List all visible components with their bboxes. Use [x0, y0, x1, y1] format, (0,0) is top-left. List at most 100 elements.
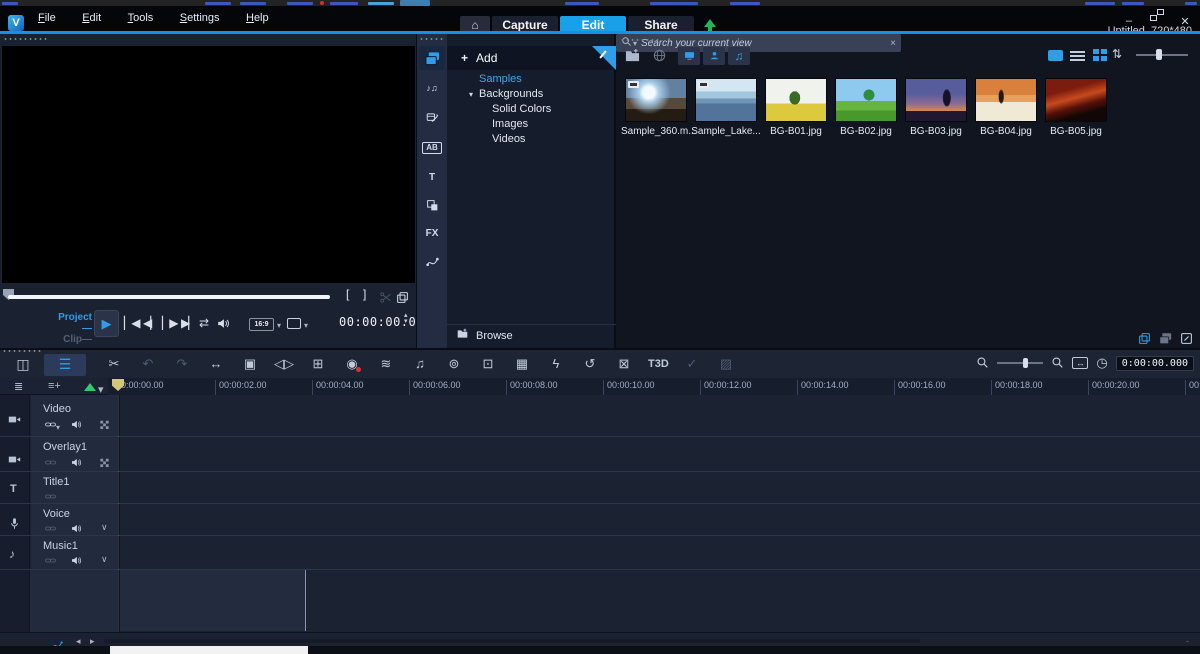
check-pen-1-icon[interactable]: ✓ — [682, 354, 702, 374]
video-track-icon[interactable] — [8, 411, 21, 429]
filter-photos-button[interactable] — [703, 47, 725, 65]
track-label[interactable]: Title1 — [43, 476, 70, 488]
thumbnail-zoom-slider[interactable] — [1136, 54, 1188, 56]
view-grid-button[interactable] — [1092, 48, 1110, 63]
volume-button[interactable] — [217, 316, 230, 330]
library-folder-icon[interactable] — [1138, 330, 1151, 348]
sort-icon[interactable]: ⇅ — [1112, 47, 1122, 61]
import-media-icon[interactable] — [625, 48, 640, 68]
enlarge-preview-icon[interactable] — [396, 289, 409, 307]
undo-icon[interactable]: ↶ — [138, 354, 158, 374]
add-folder-row[interactable]: +Add — [447, 46, 616, 70]
tree-item-images[interactable]: Images — [447, 117, 616, 132]
edit-media-icon[interactable] — [1180, 330, 1193, 348]
timeline-scrollbar[interactable] — [104, 639, 920, 643]
redo-icon[interactable]: ↷ — [172, 354, 192, 374]
sound-mixer-icon[interactable]: ≋ — [376, 354, 396, 374]
timeline-view-button[interactable]: ☰ — [44, 354, 86, 376]
mark-in-button[interactable]: [ — [346, 287, 349, 301]
tree-item-solid-colors[interactable]: Solid Colors — [447, 102, 616, 117]
track-list-icon[interactable]: ≣ — [14, 380, 23, 393]
panel-drag-handle[interactable] — [3, 37, 47, 41]
track-mute-icon[interactable] — [71, 521, 82, 539]
timecode-spinner[interactable]: ▴ ▾ — [404, 313, 408, 325]
media-library-button[interactable] — [419, 46, 445, 70]
track-expand-chevron-icon[interactable]: ∨ — [101, 522, 108, 533]
link-clips-icon[interactable] — [45, 521, 56, 539]
library-panel-toggle-icon[interactable] — [1159, 330, 1172, 348]
pin-corner-icon[interactable] — [592, 46, 616, 70]
record-capture-icon[interactable]: ▣ — [240, 354, 260, 374]
prev-frame-button[interactable]: ◀▏ — [143, 316, 157, 330]
overlay-library-button[interactable] — [419, 194, 445, 218]
mask-creator-icon[interactable]: ϟ — [546, 354, 566, 374]
track-transparency-toggle-icon[interactable] — [99, 417, 110, 435]
rail-drag-handle[interactable] — [419, 37, 445, 41]
filter-videos-button[interactable] — [678, 47, 700, 65]
playback-mode-labels[interactable]: Project— Clip— — [50, 312, 92, 345]
track-label[interactable]: Music1 — [43, 540, 78, 552]
selection-tool-icon[interactable] — [287, 318, 301, 329]
thumbnail-zoom-knob[interactable] — [1156, 49, 1162, 60]
audio-library-button[interactable]: ♪♫ — [419, 76, 445, 100]
view-list-button[interactable] — [1070, 48, 1088, 63]
menu-tools[interactable]: Tools — [118, 7, 164, 29]
timeline-zoom-knob[interactable] — [1023, 358, 1028, 368]
timeline-timecode[interactable]: 0:00:00.000 — [1116, 356, 1194, 371]
fit-timeline-icon[interactable]: ↔ — [1072, 357, 1088, 369]
track-manager-icon[interactable]: ⊞ — [308, 354, 328, 374]
filter-library-button[interactable]: FX — [419, 222, 445, 246]
mark-out-button[interactable]: ] — [363, 287, 366, 301]
3d-title-editor-icon[interactable]: T3D — [648, 354, 668, 374]
link-clips-icon[interactable]: ▾ — [45, 417, 60, 435]
transition-library-button[interactable]: AB — [419, 136, 445, 160]
motion-path-library-button[interactable] — [419, 250, 445, 274]
go-start-button[interactable]: ▏◀ — [124, 316, 138, 330]
overlay-track-icon[interactable] — [8, 451, 21, 469]
timeline-ruler[interactable]: 0:00:00.00 00:00:02.00 00:00:04.00 00:00… — [108, 378, 1200, 395]
search-clear-icon[interactable]: × — [890, 38, 896, 49]
gallery-item-thumb[interactable] — [765, 78, 827, 122]
upgrade-arrow-icon[interactable] — [704, 19, 716, 27]
tree-item-videos[interactable]: Videos — [447, 132, 616, 147]
get-more-content-icon[interactable] — [652, 48, 667, 68]
aspect-caret-icon[interactable]: ▾ — [277, 321, 281, 330]
chroma-key-icon[interactable] — [84, 383, 96, 391]
auto-music-icon[interactable]: ♫ — [410, 354, 430, 374]
gallery-item-thumb[interactable] — [1045, 78, 1107, 122]
check-pen-2-icon[interactable]: ▨ — [716, 354, 736, 374]
title-track-icon[interactable]: T — [10, 483, 17, 495]
view-large-thumbnails-button[interactable] — [1048, 48, 1066, 63]
gallery-item-thumb[interactable] — [975, 78, 1037, 122]
browse-button[interactable]: Browse — [447, 324, 616, 346]
menu-help[interactable]: Help — [236, 7, 279, 29]
subtitle-editor-icon[interactable]: ⊡ — [478, 354, 498, 374]
pan-zoom-icon[interactable]: ↺ — [580, 354, 600, 374]
storyboard-view-button[interactable]: ◫ — [8, 354, 38, 376]
zoom-in-icon[interactable] — [1051, 354, 1064, 372]
split-tools-icon[interactable]: ✂ — [104, 354, 124, 374]
scrubber-bar[interactable] — [8, 295, 330, 299]
add-track-icon[interactable]: ≡+ — [48, 380, 61, 392]
gallery-item-thumb[interactable] — [905, 78, 967, 122]
track-mute-icon[interactable] — [71, 417, 82, 435]
spin-down-icon[interactable]: ▾ — [404, 319, 408, 325]
track-label[interactable]: Voice — [43, 508, 70, 520]
title-library-button[interactable]: T — [419, 166, 445, 190]
gallery-item-thumb[interactable] — [835, 78, 897, 122]
track-label[interactable]: Overlay1 — [43, 441, 87, 453]
link-clips-icon[interactable] — [45, 489, 56, 507]
ripple-editing-icon[interactable]: ◁▷ — [274, 354, 294, 374]
track-expand-chevron-icon[interactable]: ∨ — [101, 554, 108, 565]
expander-icon[interactable]: ▾ — [469, 87, 473, 102]
voice-track-icon[interactable] — [8, 515, 21, 533]
selection-caret-icon[interactable]: ▾ — [304, 321, 308, 330]
gallery-drag-handle[interactable] — [620, 38, 660, 42]
go-end-button[interactable]: ▶▏ — [181, 316, 195, 330]
zoom-out-icon[interactable] — [976, 354, 989, 372]
duration-clock-icon[interactable]: ◷ — [1096, 355, 1107, 371]
next-frame-button[interactable]: ▏▶ — [162, 316, 176, 330]
gallery-item-thumb[interactable] — [695, 78, 757, 122]
aspect-ratio-selector[interactable]: 16:9 — [249, 318, 274, 331]
timeline-zoom-slider[interactable] — [997, 362, 1043, 364]
